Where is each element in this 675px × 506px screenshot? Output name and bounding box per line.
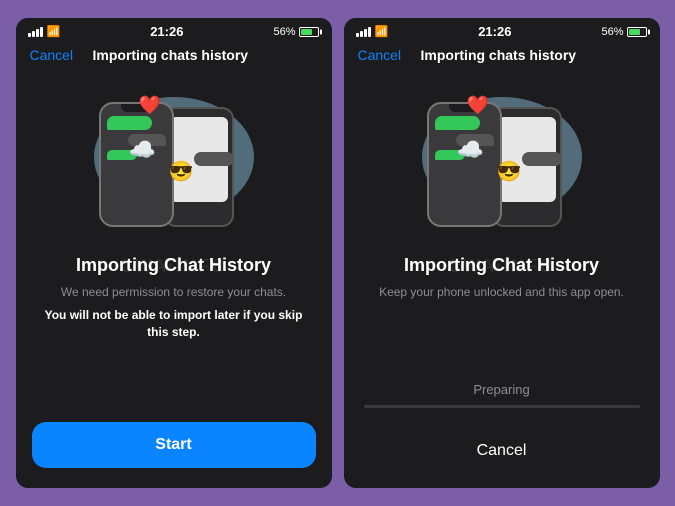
wifi-icon: 📶 (47, 25, 61, 38)
right-illustration: ❤️ ☁️ 😎 (344, 71, 660, 255)
left-warning: You will not be able to import later if … (36, 307, 312, 341)
left-status-bar: 📶 21:26 56% (16, 18, 332, 43)
start-button[interactable]: Start (32, 422, 316, 468)
left-status-right: 56% (273, 26, 319, 38)
right-time: 21:26 (478, 24, 511, 39)
right-cloud-icon: ☁️ (457, 137, 484, 163)
signal-icon (28, 27, 43, 37)
right-status-right: 56% (601, 26, 647, 38)
heart-icon: ❤️ (139, 95, 161, 116)
left-cancel-button[interactable]: Cancel (30, 47, 74, 63)
right-status-bar: 📶 21:26 56% (344, 18, 660, 43)
left-bottom: Start (16, 422, 332, 488)
left-illustration: ❤️ ☁️ 😎 (16, 71, 332, 255)
right-spacer (344, 321, 660, 382)
left-main-title: Importing Chat History (36, 255, 312, 276)
left-spacer (16, 354, 332, 422)
right-content: Importing Chat History Keep your phone u… (344, 255, 660, 321)
right-wifi-icon: 📶 (375, 25, 389, 38)
right-panel: 📶 21:26 56% Cancel Importing chats histo… (344, 18, 660, 488)
right-phone-illustration: ❤️ ☁️ 😎 (412, 87, 592, 247)
right-emoji-icon: 😎 (497, 159, 522, 184)
left-time: 21:26 (150, 24, 183, 39)
left-panel: 📶 21:26 56% Cancel Importing chats histo… (16, 18, 332, 488)
emoji-icon: 😎 (169, 159, 194, 184)
right-float-bubble (522, 152, 562, 166)
left-nav-bar: Cancel Importing chats history (16, 43, 332, 71)
left-battery-icon (299, 27, 319, 37)
right-signal-icon (356, 27, 371, 37)
right-battery-icon (627, 27, 647, 37)
left-content: Importing Chat History We need permissio… (16, 255, 332, 354)
cloud-icon: ☁️ (129, 137, 156, 163)
right-main-title: Importing Chat History (364, 255, 640, 276)
right-nav-title: Importing chats history (421, 47, 577, 63)
right-progress-section: Preparing (344, 382, 660, 434)
chat-bubble-green (107, 116, 152, 130)
right-bottom: Cancel (344, 434, 660, 488)
progress-bar-container (364, 405, 640, 408)
right-cancel-button[interactable]: Cancel (360, 434, 644, 468)
left-subtitle: We need permission to restore your chats… (36, 284, 312, 301)
right-subtitle: Keep your phone unlocked and this app op… (364, 284, 640, 301)
right-battery-percent: 56% (601, 26, 623, 38)
right-phone-front (427, 102, 502, 227)
float-bubble (194, 152, 234, 166)
left-battery-percent: 56% (273, 26, 295, 38)
phone-front (99, 102, 174, 227)
left-nav-title: Importing chats history (93, 47, 249, 63)
right-status-left: 📶 (356, 25, 389, 38)
left-status-left: 📶 (28, 25, 61, 38)
right-cancel-button-nav[interactable]: Cancel (358, 47, 402, 63)
right-chat-bubble-green (435, 116, 480, 130)
left-phone-illustration: ❤️ ☁️ 😎 (84, 87, 264, 247)
right-nav-bar: Cancel Importing chats history (344, 43, 660, 71)
right-heart-icon: ❤️ (467, 95, 489, 116)
preparing-label: Preparing (364, 382, 640, 397)
